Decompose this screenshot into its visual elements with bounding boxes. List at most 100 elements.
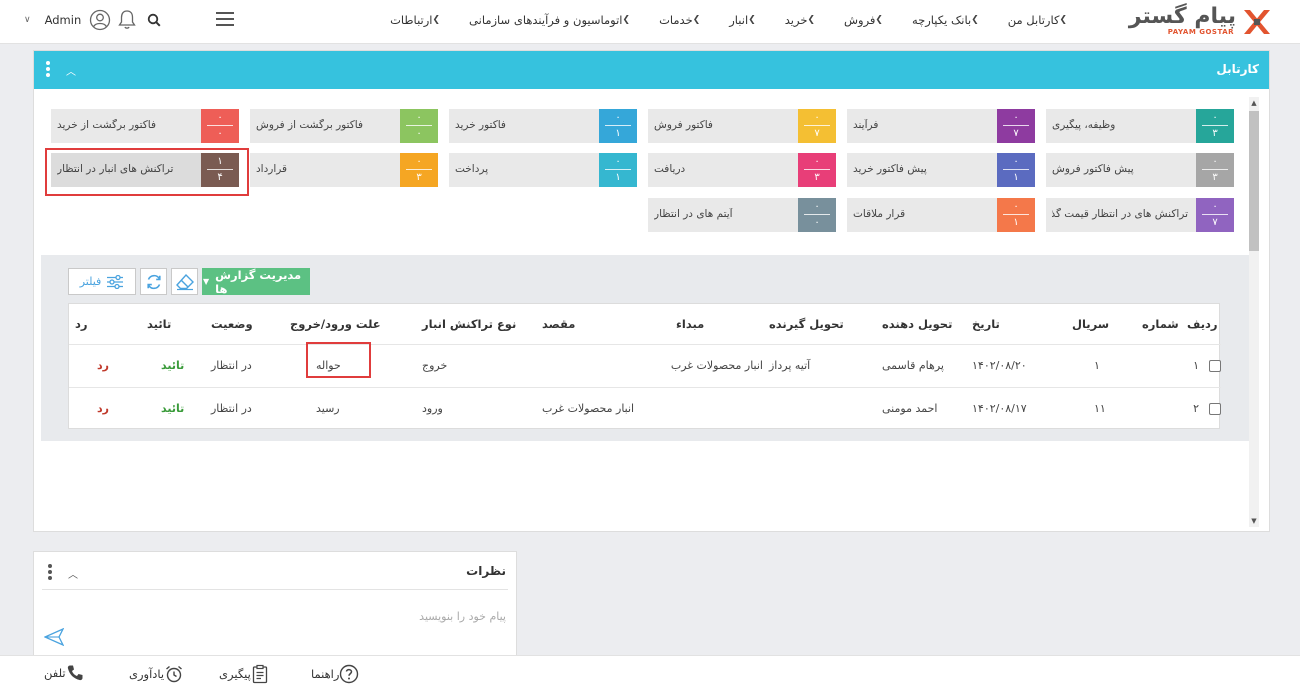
col-status[interactable]: وضعیت [205,304,284,344]
tile-sales-return-invoice[interactable]: ۰۰ فاکتور برگشت از فروش [250,109,438,143]
tile-count: ۰۱ [997,153,1035,187]
main-nav: کارتابل من ❯ بانک یکپارچه ❯ فروش ❯ خرید ❯ ان… [368,0,1074,40]
chevron-down-icon: ❯ [622,15,631,25]
tile-label: پیش فاکتور خرید [853,163,927,175]
col-date[interactable]: تاریخ [966,304,1066,344]
nav-automation[interactable]: اتوماسیون و فرآیندهای سازمانی ❯ [469,13,637,27]
nav-my-cartable[interactable]: کارتابل من ❯ [1008,13,1074,27]
receiver-cell: آتیه پرداز [763,343,876,387]
tile-tasks[interactable]: ۰۳ وظیفه، پیگیری [1046,109,1234,143]
row-checkbox[interactable] [1209,360,1221,372]
panel-scrollbar[interactable]: ▲ ▼ [1249,97,1259,527]
nav-services[interactable]: خدمات ❯ [659,13,707,27]
tile-purchase-proforma[interactable]: ۰۱ پیش فاکتور خرید [847,153,1035,187]
tile-purchase-invoice[interactable]: ۰۱ فاکتور خرید [449,109,637,143]
type-cell: خروج [416,343,536,387]
col-approve[interactable]: تائید [141,304,205,344]
tile-sales-invoice[interactable]: ۰۷ فاکتور فروش [648,109,836,143]
more-options-icon[interactable] [48,564,52,582]
scrollbar-thumb[interactable] [1249,111,1259,251]
chevron-down-icon[interactable]: ∨ [24,15,31,25]
search-icon[interactable] [147,13,161,27]
filter-label: فیلتر [79,275,102,288]
help-button[interactable]: راهنما [305,664,359,684]
followup-button[interactable]: پیگیری [213,664,269,684]
status-cell: در انتظار [205,386,284,430]
user-name[interactable]: Admin [45,13,82,27]
nav-communications[interactable]: ارتباطات ❯ [390,13,447,27]
reject-action[interactable]: رد [69,343,141,387]
filter-button[interactable]: فیلتر [68,268,136,295]
col-serial[interactable]: سریال [1066,304,1136,344]
nav-integrated-bank[interactable]: بانک یکپارچه ❯ [912,13,986,27]
alarm-clock-icon [166,665,183,683]
panel-title: کارتابل [1216,62,1259,76]
collapse-icon[interactable]: ︿ [66,63,76,78]
phone-button[interactable]: تلفن [38,664,84,682]
serial-cell: ۱۱ [1066,386,1136,430]
tile-pending-items[interactable]: ۰۰ آیتم های در انتظار [648,198,836,232]
row-checkbox[interactable] [1209,403,1221,416]
sliders-icon [107,274,124,289]
chevron-down-icon: ❯ [875,15,883,25]
scroll-down-icon[interactable]: ▼ [1249,517,1259,525]
tile-receipt[interactable]: ۰۳ دریافت [648,153,836,187]
col-type[interactable]: نوع تراکنش انبار [416,304,536,344]
clear-filter-button[interactable] [171,268,198,295]
help-icon [340,664,359,684]
col-deliverer[interactable]: تحویل دهنده [876,304,966,344]
tile-label: پیش فاکتور فروش [1052,163,1134,175]
manage-reports-button[interactable]: ▼ مدیریت گزارش ها [202,268,310,296]
tile-purchase-return-invoice[interactable]: ۰۰ فاکتور برگشت از خرید [51,109,239,143]
tile-count: ۰۳ [1196,109,1234,143]
tile-count: ۰۷ [798,109,836,143]
col-number[interactable]: شماره [1136,304,1181,344]
menu-icon[interactable] [216,12,234,26]
nav-warehouse[interactable]: انبار ❯ [729,13,762,27]
bell-icon[interactable] [117,9,137,31]
send-icon[interactable] [44,628,64,646]
deliverer-cell: پرهام قاسمی [876,343,966,387]
tile-label: فاکتور برگشت از خرید [57,119,156,131]
tile-payment[interactable]: ۰۱ پرداخت [449,153,637,187]
table-row[interactable]: ۱ ۱ ۱۴۰۲/۰۸/۲۰ پرهام قاسمی آتیه پرداز ان… [69,343,1221,387]
destination-cell: انبار محصولات غرب [536,386,670,430]
tile-contract[interactable]: ۰۳ قرارداد [250,153,438,187]
approve-action[interactable]: تائید [141,386,205,430]
chevron-down-icon: ❯ [807,15,815,25]
comment-input[interactable]: پیام خود را بنویسید [206,610,506,623]
col-row[interactable]: ردیف [1181,304,1221,344]
reminder-button[interactable]: یادآوری [123,664,184,684]
tile-count: ۰۳ [798,153,836,187]
table-row[interactable]: ۲ ۱۱ ۱۴۰۲/۰۸/۱۷ احمد مومنی انبار محصولات… [69,386,1221,430]
scroll-up-icon[interactable]: ▲ [1249,99,1259,107]
nav-purchase[interactable]: خرید ❯ [785,13,822,27]
user-avatar-icon[interactable] [89,9,111,31]
nav-sales[interactable]: فروش ❯ [844,13,890,27]
tile-sales-proforma[interactable]: ۰۳ پیش فاکتور فروش [1046,153,1234,187]
refresh-button[interactable] [140,268,167,295]
report-toolbar: فیلتر ▼ مدیریت گزارش ها [68,268,314,296]
row-cell: ۲ [1181,386,1221,430]
reject-action[interactable]: رد [69,386,141,430]
transactions-table: ردیف شماره سریال تاریخ تحویل دهنده تحویل… [68,303,1221,430]
col-reason[interactable]: علت ورود/خروج [284,304,416,344]
tile-label: قرار ملاقات [853,208,906,220]
col-destination[interactable]: مقصد [536,304,670,344]
panel-tools: ︿ [46,61,76,79]
tile-pending-warehouse-transactions[interactable]: ۱۴ تراکنش های انبار در انتظار [51,153,239,187]
comments-tools: ︿ [48,564,78,582]
chevron-down-icon: ❯ [1059,15,1067,25]
collapse-icon[interactable]: ︿ [68,566,78,581]
tile-appointment[interactable]: ۰۱ قرار ملاقات [847,198,1035,232]
tile-label: فرآیند [853,119,879,131]
tile-process[interactable]: ۰۷ فرآیند [847,109,1035,143]
tile-pending-pricing-transactions[interactable]: ۰۷ تراکنش های در انتظار قیمت گذاری [1046,198,1234,232]
approve-action[interactable]: تائید [141,343,205,387]
destination-cell [536,343,670,387]
col-origin[interactable]: مبداء [670,304,763,344]
col-receiver[interactable]: تحویل گیرنده [763,304,876,344]
brand-logo[interactable]: پیام گستر PAYAM GOSTAR [1120,4,1272,38]
more-options-icon[interactable] [46,61,50,79]
col-reject[interactable]: رد [69,304,141,344]
